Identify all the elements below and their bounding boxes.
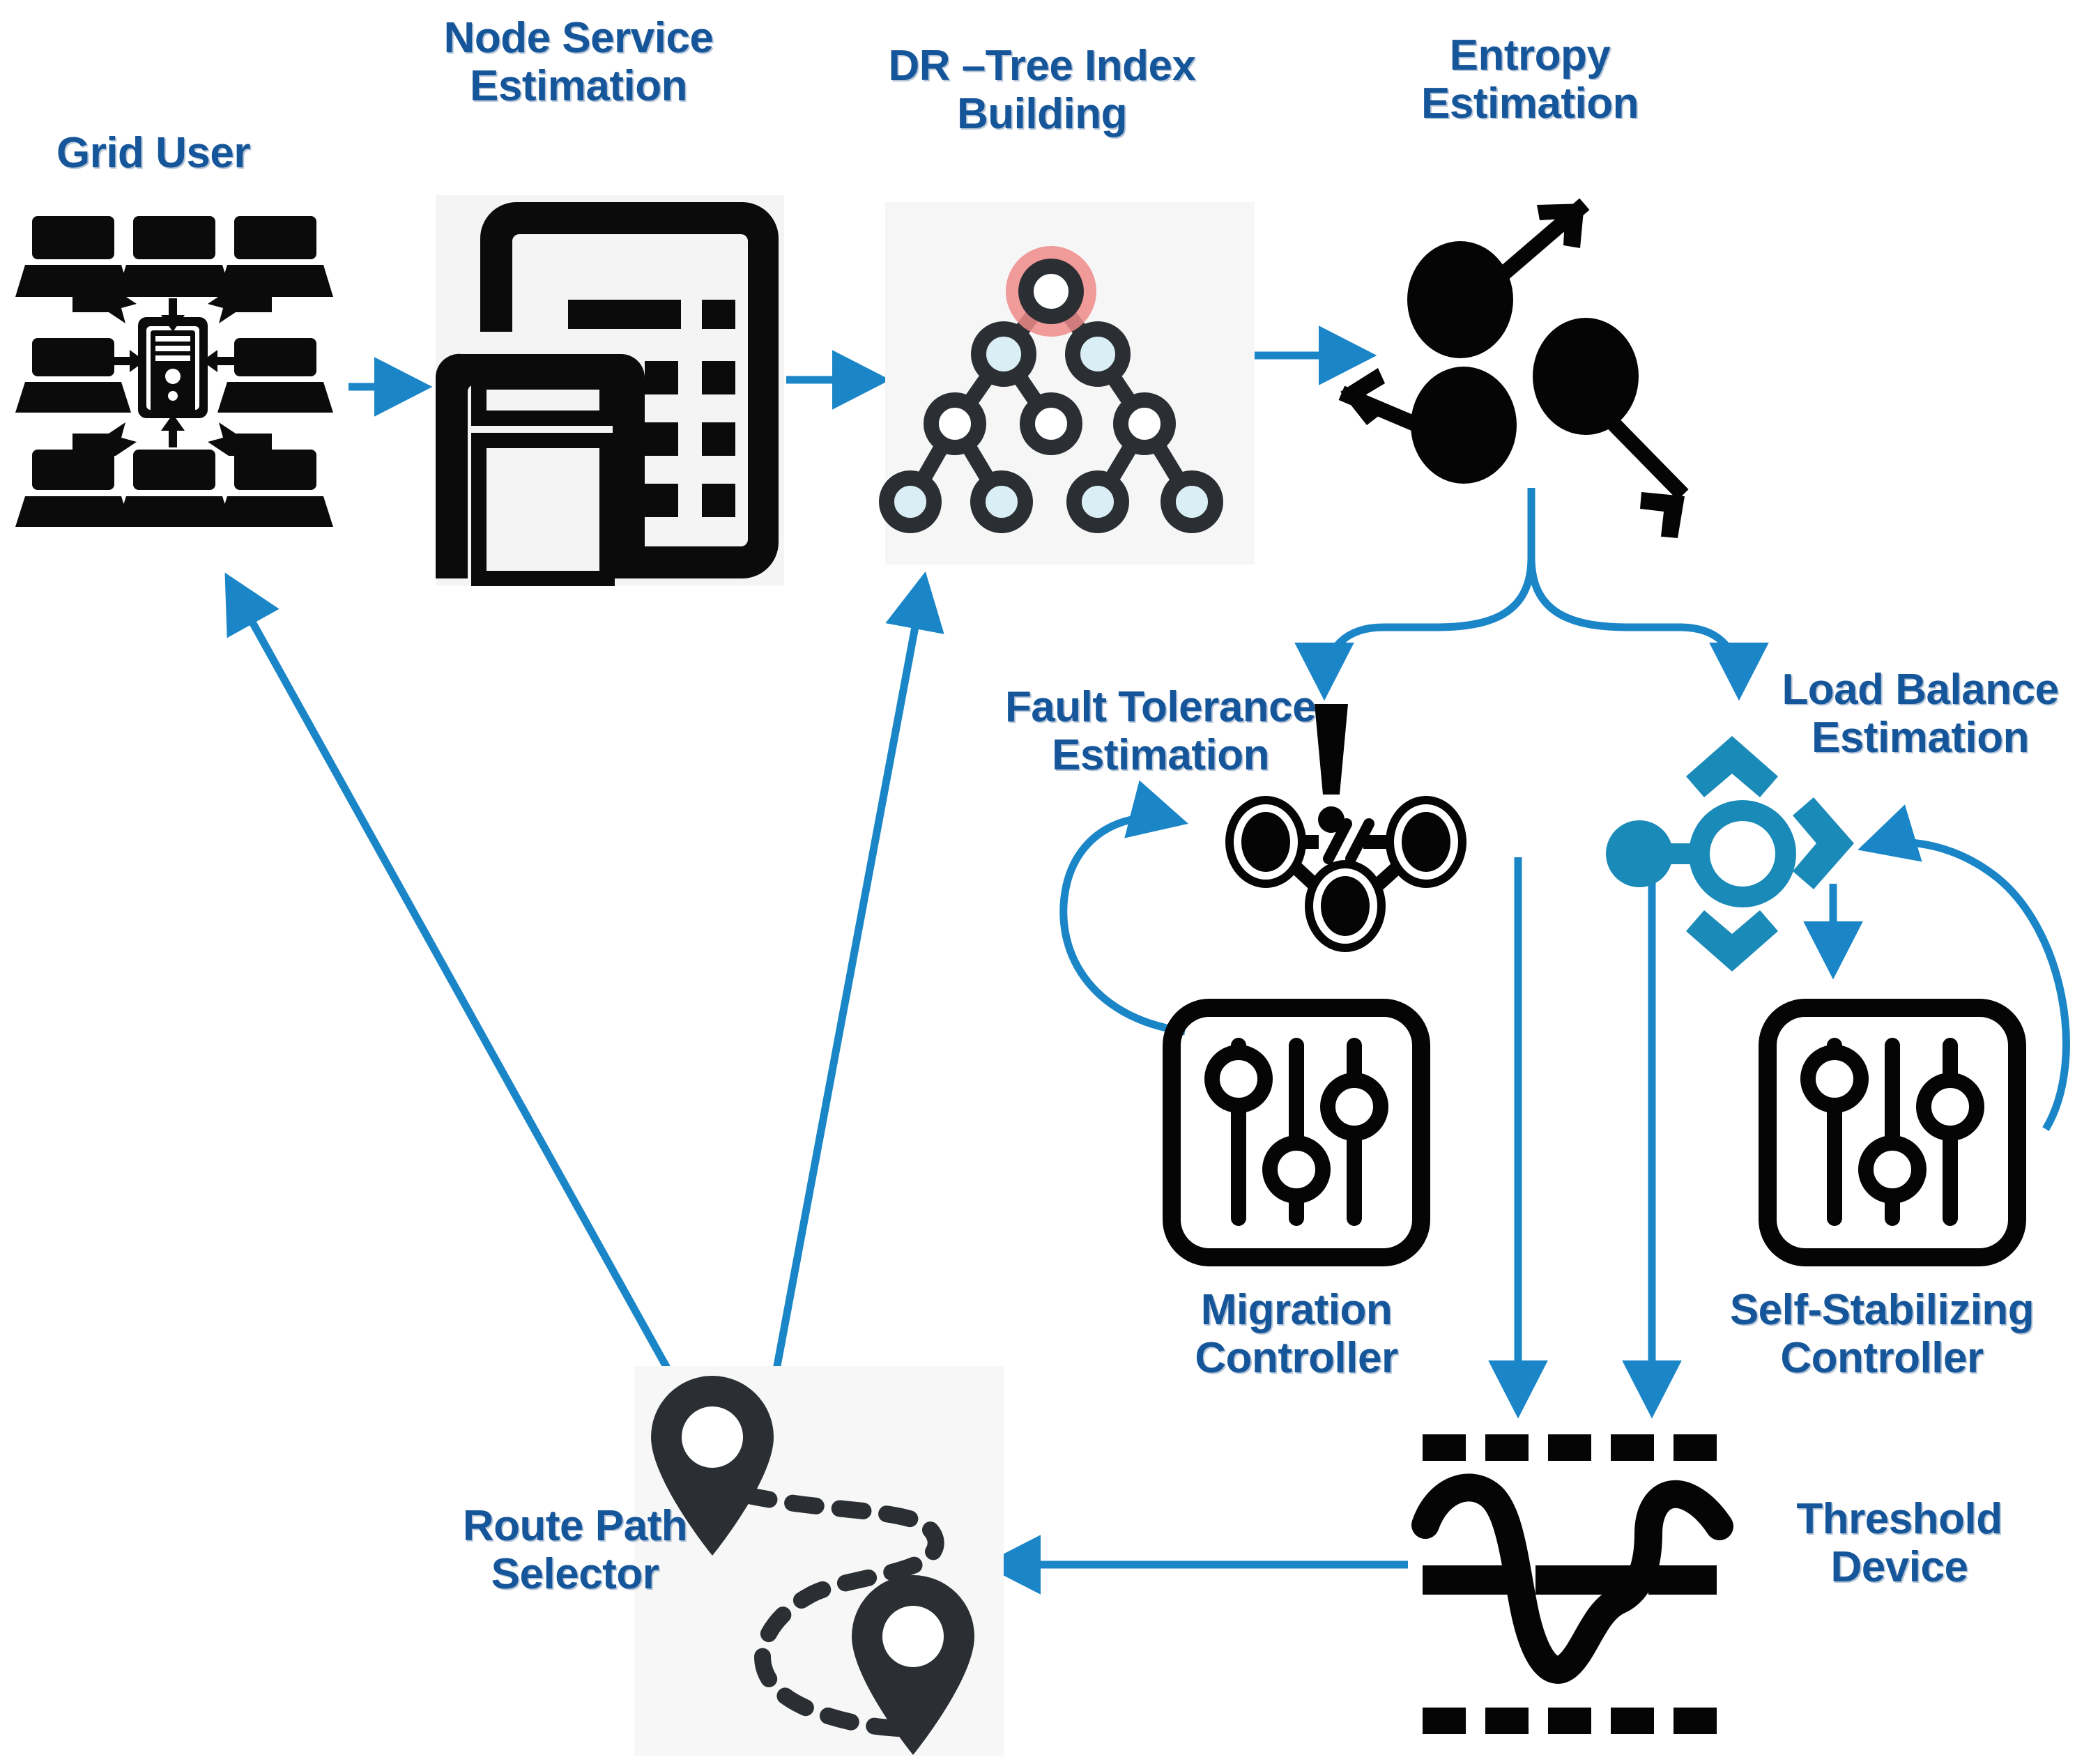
self-stabilizing-controller-label: Self-Stabilizing Controller — [1729, 1286, 2035, 1383]
threshold-wave-icon — [1411, 1429, 1733, 1742]
diagram-canvas: Grid User Node Service Estimation DR –Tr… — [0, 0, 2091, 1764]
grid-user-icon — [14, 209, 335, 530]
migration-controller-label: Migration Controller — [1195, 1286, 1398, 1383]
sliders-icon-self-stabilizing — [1756, 997, 2028, 1268]
entropy-scatter-icon — [1338, 198, 1689, 538]
four-way-arrows-icon — [1603, 736, 1882, 972]
entropy-estimation-label: Entropy Estimation — [1421, 31, 1639, 128]
node-service-estimation-label: Node Service Estimation — [443, 14, 714, 111]
grid-user-label: Grid User — [56, 129, 251, 177]
binary-tree-icon — [879, 202, 1255, 565]
broken-link-icon — [1225, 697, 1519, 952]
route-path-selector-label: Route Path Selector — [462, 1502, 688, 1599]
calculator-icon — [435, 195, 784, 586]
sliders-icon-migration — [1161, 997, 1432, 1268]
threshold-device-label: Threshold Device — [1796, 1495, 2002, 1592]
connector-route-path-to-dr-tree — [763, 571, 944, 1423]
connector-route-path-to-grid-user — [224, 572, 700, 1424]
dr-tree-index-building-label: DR –Tree Index Building — [888, 42, 1196, 139]
